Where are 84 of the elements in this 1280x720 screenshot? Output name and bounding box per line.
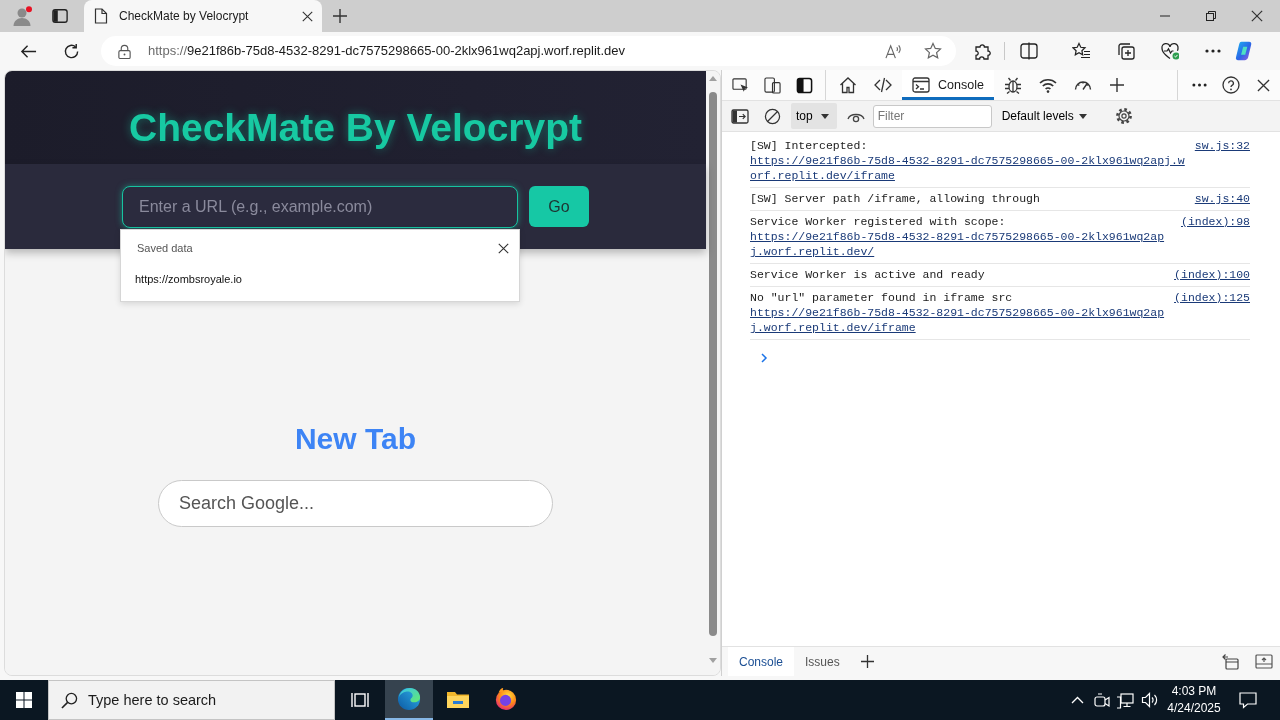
star-icon[interactable] bbox=[924, 42, 942, 60]
inspect-icon[interactable] bbox=[731, 76, 749, 94]
caret-icon bbox=[1078, 113, 1087, 119]
levels-dropdown[interactable]: Default levels bbox=[1001, 107, 1087, 125]
popup-heading: Saved data bbox=[137, 241, 193, 256]
edge-icon bbox=[397, 687, 421, 711]
clock-date: 4/24/2025 bbox=[1167, 700, 1221, 717]
console-tab[interactable]: Console bbox=[902, 70, 994, 100]
gear-icon[interactable] bbox=[1114, 107, 1133, 125]
vertical-tabs-icon[interactable] bbox=[52, 8, 68, 24]
camera-icon[interactable] bbox=[1092, 692, 1110, 708]
prompt-chevron-icon bbox=[761, 352, 768, 363]
message-link[interactable]: https://9e21f86b-75d8-4532-8291-dc7575298665-00-2klx961wq2apj.worf.replit.dev/iframe bbox=[750, 305, 1167, 335]
heart-pulse-icon[interactable] bbox=[1161, 42, 1179, 60]
home-icon bbox=[839, 76, 857, 94]
scrollbar[interactable] bbox=[706, 71, 720, 675]
volume-icon[interactable] bbox=[1140, 691, 1158, 709]
read-aloud-icon[interactable] bbox=[885, 42, 902, 60]
wifi-icon bbox=[1038, 76, 1057, 94]
windows-logo-icon[interactable] bbox=[16, 692, 32, 708]
dock-icon[interactable] bbox=[795, 76, 813, 94]
browser-tab[interactable]: CheckMate by Velocrypt bbox=[84, 0, 322, 32]
console-message: Service Worker registered with scope: https://9e21f86b-75d8-4532-8291-dc7575298665-00-2klx961wq2apj.worf.replit.dev/ bbox=[750, 214, 1173, 259]
address-field[interactable]: https://9e21f86b-75d8-4532-8291-dc7575298665-00-2klx961wq2apj.worf.replit.dev bbox=[101, 36, 956, 66]
page-title: CheckMate By Velocrypt bbox=[129, 104, 582, 151]
taskbar-app-button[interactable] bbox=[385, 680, 433, 720]
close-icon[interactable] bbox=[1251, 10, 1263, 22]
close-icon[interactable] bbox=[1256, 78, 1270, 92]
quick-view-icon[interactable] bbox=[1221, 653, 1240, 670]
chevron-up-icon[interactable] bbox=[1070, 696, 1084, 704]
close-icon[interactable] bbox=[498, 242, 509, 254]
help-icon[interactable] bbox=[1222, 76, 1240, 94]
drawer-tab[interactable]: Issues bbox=[794, 647, 851, 676]
search-icon bbox=[61, 691, 78, 709]
refresh-icon[interactable] bbox=[62, 42, 80, 60]
close-icon[interactable] bbox=[302, 10, 313, 22]
drawer-tab[interactable]: Console bbox=[728, 647, 795, 676]
console-message: Service Worker is active and ready bbox=[750, 267, 986, 282]
code-icon bbox=[874, 76, 892, 94]
lock-icon[interactable] bbox=[117, 43, 132, 59]
go-button[interactable]: Go bbox=[529, 186, 589, 227]
source-link[interactable]: (index):125 bbox=[1174, 290, 1250, 305]
source-link[interactable]: (index):98 bbox=[1181, 214, 1250, 229]
search-input[interactable]: Search Google... bbox=[158, 480, 553, 527]
split-screen-icon[interactable] bbox=[1020, 42, 1038, 60]
url-input[interactable]: Enter a URL (e.g., example.com) bbox=[122, 186, 518, 228]
message-link[interactable]: https://9e21f86b-75d8-4532-8291-dc7575298665-00-2klx961wq2apj.worf.replit.dev/ bbox=[750, 229, 1173, 259]
more-icon[interactable] bbox=[1191, 83, 1207, 87]
source-link[interactable]: sw.js:32 bbox=[1194, 138, 1250, 153]
profile-icon[interactable] bbox=[11, 5, 33, 27]
new-tab-heading: New Tab bbox=[294, 421, 417, 457]
firefox-icon bbox=[494, 687, 518, 711]
sidebar-icon[interactable] bbox=[731, 107, 749, 125]
console-message: No "url" parameter found in iframe src https://9e21f86b-75d8-4532-8291-dc7575298665-00-2klx961wq2apj.worf.replit.dev/iframe bbox=[750, 290, 1167, 335]
favorites-icon[interactable] bbox=[1072, 42, 1090, 60]
copilot-icon[interactable] bbox=[1234, 41, 1254, 61]
plus-icon[interactable] bbox=[861, 655, 875, 668]
console-icon bbox=[912, 76, 930, 94]
dock-bottom-icon[interactable] bbox=[1254, 653, 1273, 670]
message-link[interactable]: https://9e21f86b-75d8-4532-8291-dc7575298665-00-2klx961wq2apj.worf.replit.dev/iframe bbox=[750, 153, 1187, 183]
more-icon[interactable] bbox=[1205, 49, 1221, 53]
network-icon[interactable] bbox=[1116, 691, 1134, 709]
device-icon[interactable] bbox=[763, 76, 781, 94]
caret-icon bbox=[820, 113, 829, 119]
console-message: [SW] Server path /iframe, allowing through bbox=[750, 191, 1041, 206]
document-icon bbox=[93, 8, 108, 24]
plus-icon[interactable] bbox=[1109, 78, 1124, 92]
taskbar-search-field[interactable]: Type here to search bbox=[48, 680, 335, 720]
context-dropdown[interactable]: top bbox=[791, 103, 837, 129]
task-view-icon[interactable] bbox=[351, 691, 369, 709]
autofill-entry[interactable]: https://zombsroyale.io bbox=[135, 270, 242, 287]
notification-icon[interactable] bbox=[1239, 691, 1257, 709]
source-link[interactable]: (index):100 bbox=[1174, 267, 1250, 282]
collections-icon[interactable] bbox=[1117, 42, 1135, 60]
restore-icon[interactable] bbox=[1206, 11, 1216, 21]
clock-time: 4:03 PM bbox=[1171, 683, 1217, 700]
scrollbar-thumb[interactable] bbox=[709, 92, 717, 636]
console-message: [SW] Intercepted: https://9e21f86b-75d8-4532-8291-dc7575298665-00-2klx961wq2apj.worf.replit.dev/iframe bbox=[750, 138, 1187, 183]
source-link[interactable]: sw.js:40 bbox=[1194, 191, 1250, 206]
puzzle-icon[interactable] bbox=[974, 42, 992, 60]
clear-icon[interactable] bbox=[763, 107, 781, 125]
bug-icon bbox=[1003, 76, 1022, 94]
taskbar-search-input[interactable]: Type here to search bbox=[86, 681, 334, 719]
filter-input[interactable]: Filter bbox=[872, 104, 992, 128]
